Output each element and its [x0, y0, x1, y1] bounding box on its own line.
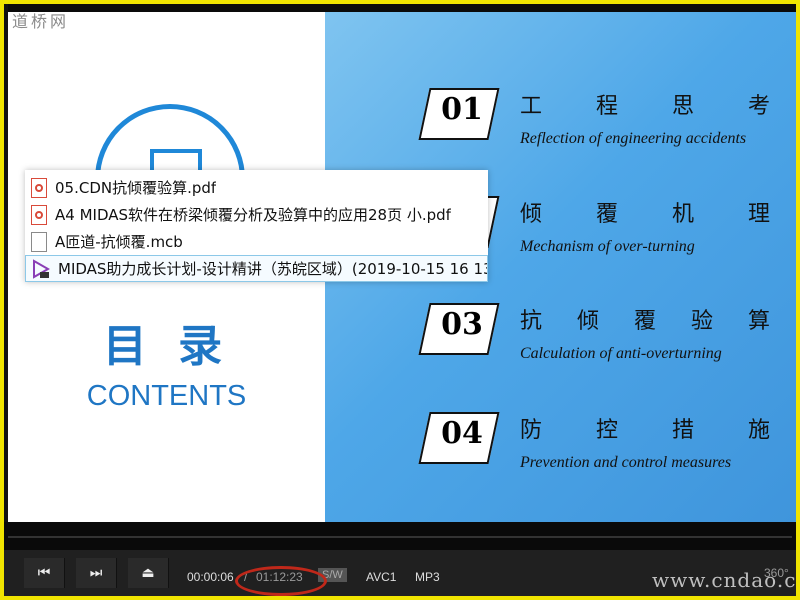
- previous-button[interactable]: ⏮: [24, 558, 65, 588]
- toc-subtitle: CONTENTS: [86, 380, 247, 412]
- file-name: A匝道-抗倾覆.mcb: [55, 233, 183, 251]
- toc-item-3: 03 抗倾 覆验 算 Calculation of anti-overturni…: [418, 303, 780, 393]
- sw-badge[interactable]: S/W: [318, 568, 347, 582]
- file-list-item[interactable]: A匝道-抗倾覆.mcb: [25, 228, 488, 255]
- toc-item-chinese: 工程 思考: [520, 94, 770, 119]
- total-time: 01:12:23: [256, 570, 303, 584]
- video-codec: AVC1: [366, 570, 397, 584]
- toc-item-4: 04 防控 措施 Prevention and control measures: [418, 412, 780, 502]
- toc-item-english: Reflection of engineering accidents: [520, 130, 747, 147]
- toc-item-english: Calculation of anti-overturning: [520, 345, 722, 362]
- pdf-icon: [31, 177, 47, 198]
- slide-top-strip: [8, 4, 796, 12]
- file-name: A4 MIDAS软件在桥梁倾覆分析及验算中的应用28页 小.pdf: [55, 206, 451, 224]
- watermark-top-left: 道桥网: [12, 12, 70, 31]
- time-separator: /: [244, 570, 248, 584]
- toc-item-number: 01: [441, 92, 483, 127]
- file-list-item[interactable]: 05.CDN抗倾覆验算.pdf: [25, 174, 488, 201]
- toc-item-chinese: 防控 措施: [520, 418, 770, 443]
- toc-title: 目 录: [102, 321, 231, 372]
- file-list-popup: 05.CDN抗倾覆验算.pdf A4 MIDAS软件在桥梁倾覆分析及验算中的应用…: [25, 170, 488, 282]
- toc-item-chinese: 倾覆 机理: [520, 202, 770, 227]
- document-icon: [31, 231, 47, 252]
- file-name: 05.CDN抗倾覆验算.pdf: [55, 179, 217, 197]
- pdf-icon: [31, 204, 47, 225]
- toc-item-1: 01 工程 思考 Reflection of engineering accid…: [418, 88, 780, 178]
- video-icon: [32, 258, 51, 279]
- toc-item-english: Prevention and control measures: [520, 454, 732, 471]
- next-button[interactable]: ⏭: [76, 558, 117, 588]
- file-list-item[interactable]: A4 MIDAS软件在桥梁倾覆分析及验算中的应用28页 小.pdf: [25, 201, 488, 228]
- file-list-item-selected[interactable]: MIDAS助力成长计划-设计精讲（苏皖区域）(2019-10-15 16 13: [25, 255, 488, 282]
- watermark-bottom-right: www.cndao.com: [652, 568, 800, 592]
- toc-item-chinese: 抗倾 覆验 算: [520, 309, 770, 334]
- toc-item-number: 03: [441, 307, 483, 342]
- file-name: MIDAS助力成长计划-设计精讲（苏皖区域）(2019-10-15 16 13: [58, 260, 487, 278]
- seek-bar[interactable]: [4, 522, 796, 550]
- audio-codec: MP3: [415, 570, 440, 584]
- current-time: 00:00:06: [187, 570, 234, 584]
- eject-button[interactable]: ⏏: [128, 558, 169, 588]
- toc-item-number: 04: [441, 416, 483, 451]
- toc-item-english: Mechanism of over-turning: [520, 238, 695, 255]
